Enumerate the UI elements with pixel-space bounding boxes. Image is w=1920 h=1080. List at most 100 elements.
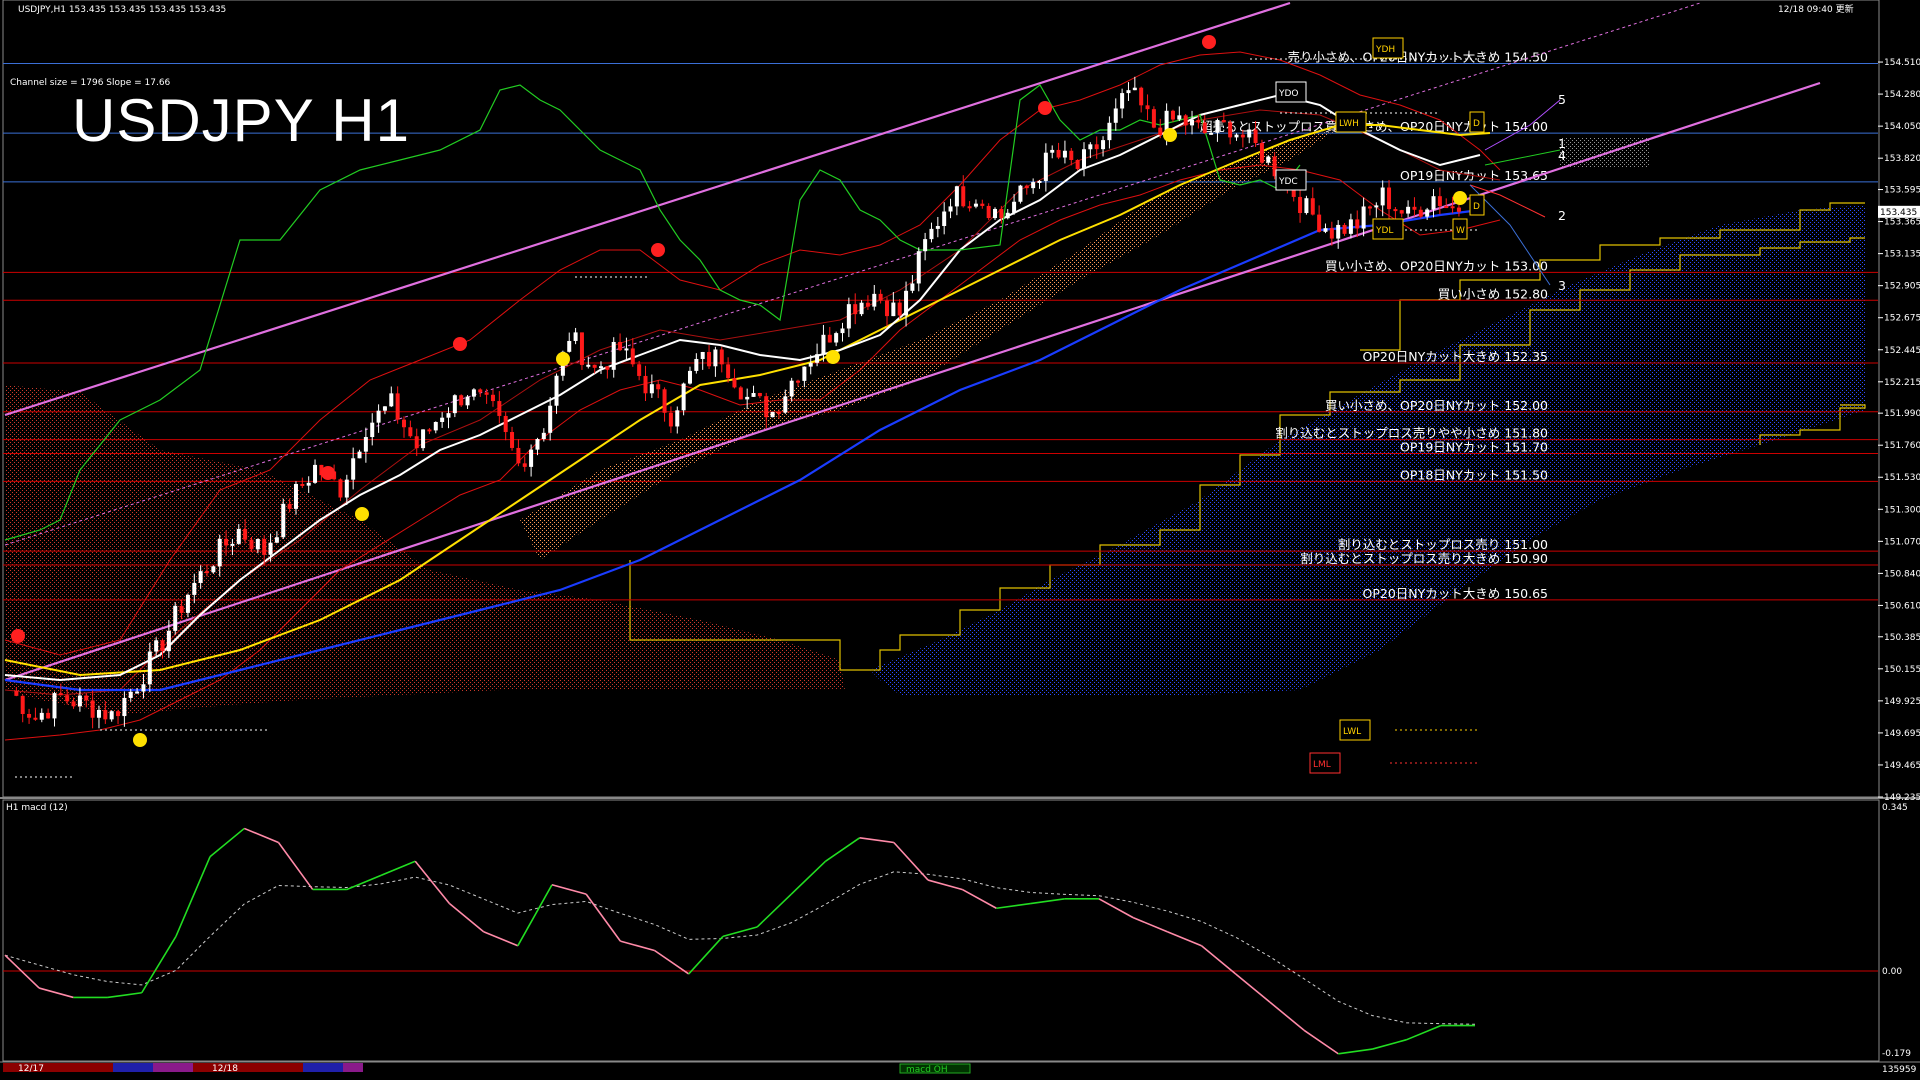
wave-labels: 51423: [1558, 92, 1566, 293]
macd-segment: [1269, 1001, 1305, 1031]
candle-body: [344, 479, 349, 498]
candle-body: [700, 351, 705, 359]
macd-segment: [107, 991, 142, 999]
candle-body: [224, 538, 229, 546]
fractal-up-marker: [826, 350, 840, 364]
candle-body: [192, 582, 197, 595]
session-segment: [153, 1063, 193, 1072]
macd-segment: [927, 879, 963, 891]
candle-body: [1259, 143, 1264, 163]
session-segment: [58, 1063, 113, 1072]
candle-body: [243, 529, 248, 540]
candle-body: [529, 449, 534, 467]
candle-body: [897, 302, 902, 316]
macd-segment: [1372, 1038, 1407, 1050]
session-segment: [343, 1063, 363, 1072]
price-tick-label: 154.050: [1884, 122, 1920, 132]
candle-body: [1018, 185, 1023, 202]
candle-body: [1304, 198, 1309, 214]
time-label-1217: 12/17: [18, 1064, 44, 1074]
macd-footer-label: macd OH: [906, 1065, 948, 1075]
price-tick-label: 153.820: [1884, 154, 1920, 164]
candle-body: [376, 410, 381, 423]
candle-body: [1253, 129, 1258, 144]
candle-body: [1342, 224, 1347, 234]
candle-body: [1393, 209, 1398, 212]
price-tick-label: 152.675: [1884, 314, 1920, 324]
candle-body: [853, 304, 858, 315]
candle-body: [1196, 119, 1201, 123]
level-label: 割り込むとストップロス売り大きめ 150.90: [1300, 551, 1548, 566]
candle-body: [382, 406, 387, 411]
candle-body: [205, 571, 210, 574]
level-label: OP19日NYカット 151.70: [1400, 440, 1548, 455]
candle-body: [821, 334, 826, 355]
level-label: 割り込むとストップロス売り 151.00: [1338, 537, 1548, 552]
candle-body: [656, 384, 661, 390]
symbol-line: USDJPY,H1 153.435 153.435 153.435 153.43…: [18, 5, 226, 15]
marker-label: LWL: [1343, 727, 1361, 737]
candle-body: [1418, 209, 1423, 217]
macd-segment: [38, 987, 74, 999]
candle-body: [128, 691, 133, 698]
candle-body: [1266, 156, 1271, 163]
macd-segment: [825, 837, 861, 862]
candle-body: [910, 283, 915, 291]
level-label: 割り込むとストップロス売りやや小さめ 151.80: [1275, 426, 1548, 441]
macd-segment: [859, 837, 894, 844]
candle-body: [1367, 206, 1372, 209]
candle-body: [1012, 201, 1017, 213]
candle-body: [605, 366, 610, 370]
candle-body: [313, 464, 318, 483]
candle-body: [1050, 149, 1055, 153]
level-label: 超売るとストップロス買い小さめ、OP20日NYカット 154.00: [1200, 119, 1548, 134]
fractal-up-marker: [133, 733, 147, 747]
candle-body: [109, 711, 114, 720]
macd-segment: [1303, 1029, 1339, 1055]
candle-body: [948, 206, 953, 212]
candle-body: [217, 538, 222, 567]
candle-body: [160, 640, 165, 652]
footer-right-value: 135959: [1882, 1065, 1917, 1075]
candle-body: [1361, 206, 1366, 229]
candle-body: [764, 396, 769, 418]
candle-body: [993, 208, 998, 219]
candle-body: [1355, 219, 1360, 229]
candle-body: [135, 691, 140, 694]
candle-body: [649, 384, 654, 394]
price-tick-label: 152.215: [1884, 378, 1920, 388]
candle-body: [1221, 120, 1226, 123]
candle-body: [1094, 144, 1099, 150]
fractal-down-marker: [1038, 101, 1052, 115]
macd-segment: [1132, 916, 1168, 933]
candle-body: [834, 333, 839, 343]
candle-body: [815, 354, 820, 363]
candle-body: [808, 362, 813, 367]
candle-body: [1062, 150, 1067, 158]
wave-label: 5: [1558, 92, 1566, 107]
candle-body: [198, 571, 203, 583]
candle-body: [1431, 196, 1436, 210]
candle-body: [503, 415, 508, 433]
candle-body: [1215, 120, 1220, 133]
wave-label: 2: [1558, 208, 1566, 223]
candle-body: [929, 228, 934, 240]
candle-body: [141, 684, 146, 692]
candle-body: [293, 483, 298, 509]
candle-body: [65, 695, 70, 702]
candle-body: [179, 605, 184, 613]
datetime-label: 12/18 09:40 更新: [1778, 3, 1854, 15]
candle-body: [1075, 159, 1080, 169]
candle-body: [942, 211, 947, 227]
candle-body: [618, 341, 623, 351]
level-label: 買い小さめ、OP20日NYカット 153.00: [1325, 258, 1548, 273]
candle-body: [1113, 108, 1118, 123]
fractal-down-marker: [1202, 35, 1216, 49]
candle-body: [1425, 209, 1430, 217]
macd-segment: [1098, 898, 1134, 919]
candle-body: [1399, 210, 1404, 214]
candle-body: [579, 332, 584, 365]
session-segment: [113, 1063, 153, 1072]
candle-body: [789, 380, 794, 397]
macd-segment: [141, 935, 177, 994]
